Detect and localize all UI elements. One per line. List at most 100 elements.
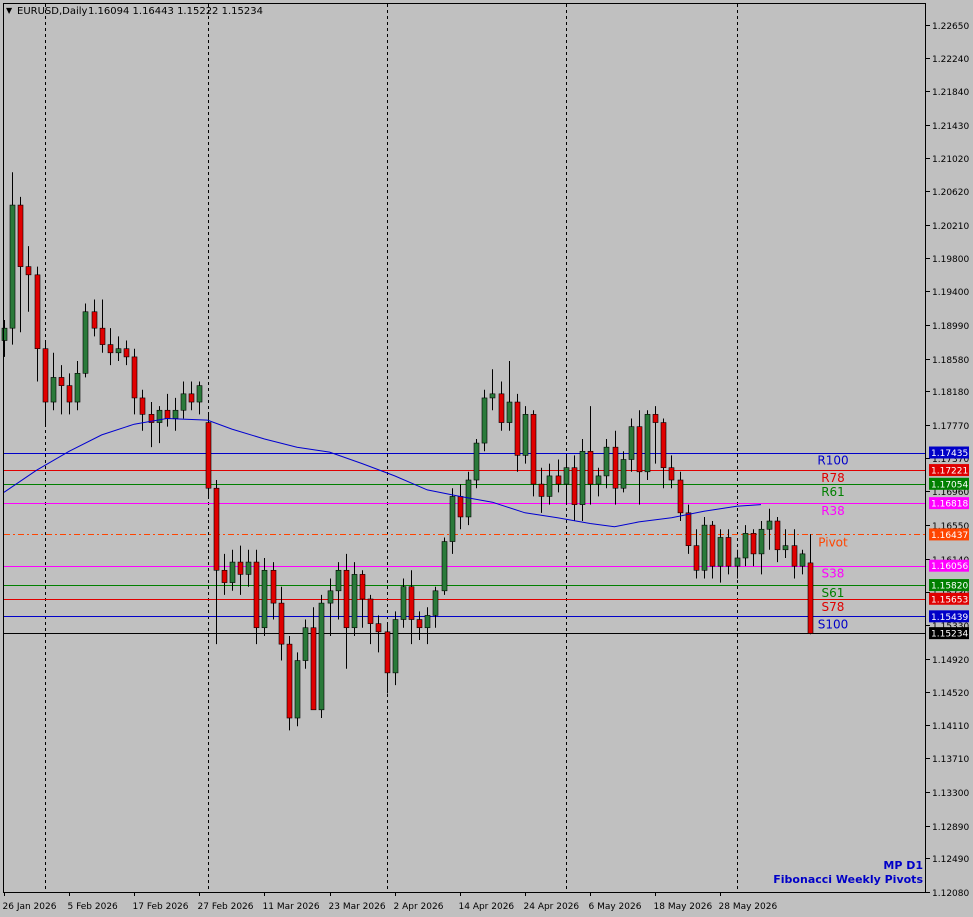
candle-body — [799, 553, 806, 567]
price-tag-text: 1.17221 — [931, 467, 968, 477]
x-tick-label: 23 Mar 2026 — [329, 902, 386, 912]
y-tick-label: 1.13300 — [932, 789, 969, 799]
candle-body — [750, 533, 757, 555]
candle-body — [612, 446, 619, 489]
candle-body — [587, 450, 594, 485]
candle-body — [245, 561, 252, 575]
pivot-label-r100: R100 — [817, 454, 848, 468]
candle-body — [571, 467, 578, 505]
candle-body — [74, 373, 81, 403]
candle-body — [652, 414, 659, 423]
candle-body — [172, 409, 179, 419]
price-tag-text: 1.17054 — [931, 480, 968, 490]
candle-body — [229, 561, 236, 583]
candle-body — [563, 467, 570, 485]
triangle-icon: ▼ — [6, 6, 13, 15]
candle-body — [392, 619, 399, 674]
candle-body — [555, 475, 562, 485]
price-tag-r61: 1.17054 — [929, 477, 969, 490]
candle-body — [489, 393, 496, 399]
candle-body — [367, 598, 374, 624]
x-tick-label: 11 Mar 2026 — [263, 902, 320, 912]
candle-body — [188, 393, 195, 403]
candle-body — [375, 623, 382, 633]
candle — [205, 414, 212, 497]
price-tag-s100: 1.15439 — [929, 610, 969, 623]
y-tick-label: 1.14110 — [932, 722, 969, 732]
y-tick-label: 1.22240 — [932, 55, 969, 65]
candle-body — [677, 479, 684, 514]
candle-body — [123, 348, 130, 358]
candle-body — [66, 385, 73, 403]
candle-body — [17, 204, 24, 267]
candle-body — [668, 467, 675, 481]
candle-body — [400, 586, 407, 620]
candle-body — [253, 561, 260, 629]
candle-body — [498, 393, 505, 423]
candle-body — [725, 537, 732, 567]
candle-body — [318, 602, 325, 711]
candle-body — [595, 475, 602, 485]
y-tick-label: 1.12490 — [932, 855, 969, 865]
candle-body — [441, 541, 448, 592]
candle-body — [9, 204, 16, 329]
x-tick-label: 27 Feb 2026 — [198, 902, 254, 912]
candle-body — [99, 327, 106, 345]
candle-body — [457, 496, 464, 518]
candle-body — [107, 344, 114, 354]
candle-body — [522, 414, 529, 456]
candle-body — [481, 397, 488, 444]
candle-body — [156, 409, 163, 423]
y-tick-label: 1.22650 — [932, 22, 969, 32]
candle — [530, 410, 537, 497]
pivot-label-s38: S38 — [822, 567, 845, 581]
candle-body — [335, 569, 342, 592]
symbol-label: EURUSD,Daily — [17, 6, 88, 17]
candle-body — [506, 401, 513, 423]
candle-body — [791, 545, 798, 567]
candle-body — [514, 401, 521, 456]
indicator-name-line1: MP D1 — [883, 859, 923, 872]
price-chart[interactable]: R100 R78R61 R38 Pivot S38 S61S78 S100 1.22650 1… — [0, 0, 973, 917]
price-tag-r38: 1.16818 — [929, 497, 969, 510]
candle-body — [538, 483, 545, 497]
x-tick-label: 6 May 2026 — [589, 902, 642, 912]
candle-body — [685, 512, 692, 546]
price-tag-r78: 1.17221 — [929, 464, 969, 477]
candle-body — [717, 537, 724, 567]
candle — [441, 537, 448, 595]
price-tag-text: 1.15653 — [931, 595, 968, 605]
y-tick-label: 1.14920 — [932, 656, 969, 666]
candle-body — [807, 562, 814, 634]
pivot-label-pivot: Pivot — [818, 535, 848, 549]
price-tag-r100: 1.17435 — [929, 446, 969, 459]
price-tag-text: 1.15234 — [931, 630, 968, 640]
y-tick-label: 1.21020 — [932, 155, 969, 165]
pivot-label-s78: S78 — [822, 600, 845, 614]
x-tick-label: 28 May 2026 — [719, 902, 778, 912]
price-tag-text: 1.16818 — [931, 500, 968, 510]
candle-body — [742, 533, 749, 559]
candle-body — [25, 266, 32, 276]
candle-body — [530, 414, 537, 485]
candle-body — [115, 348, 122, 354]
x-tick-label: 5 Feb 2026 — [68, 902, 119, 912]
candle — [318, 594, 325, 719]
candle-body — [294, 660, 301, 719]
candle-body — [196, 385, 203, 403]
candle-body — [302, 627, 309, 661]
pivot-label-r38: R38 — [821, 504, 845, 518]
y-tick-label: 1.18990 — [932, 322, 969, 332]
candle-body — [782, 545, 789, 551]
candle-body — [58, 377, 65, 386]
candle-body — [310, 627, 317, 711]
candle-body — [261, 569, 268, 629]
candle-body — [139, 397, 146, 415]
candle-body — [709, 524, 716, 567]
price-tag-current: 1.15234 — [929, 627, 969, 640]
candle-body — [644, 414, 651, 473]
x-tick-label: 17 Feb 2026 — [133, 902, 189, 912]
pivot-level-labels: R100 R78R61 R38 Pivot S38 S61S78 S100 — [817, 454, 848, 632]
candle — [522, 406, 529, 464]
pivot-label-s100: S100 — [818, 617, 849, 631]
